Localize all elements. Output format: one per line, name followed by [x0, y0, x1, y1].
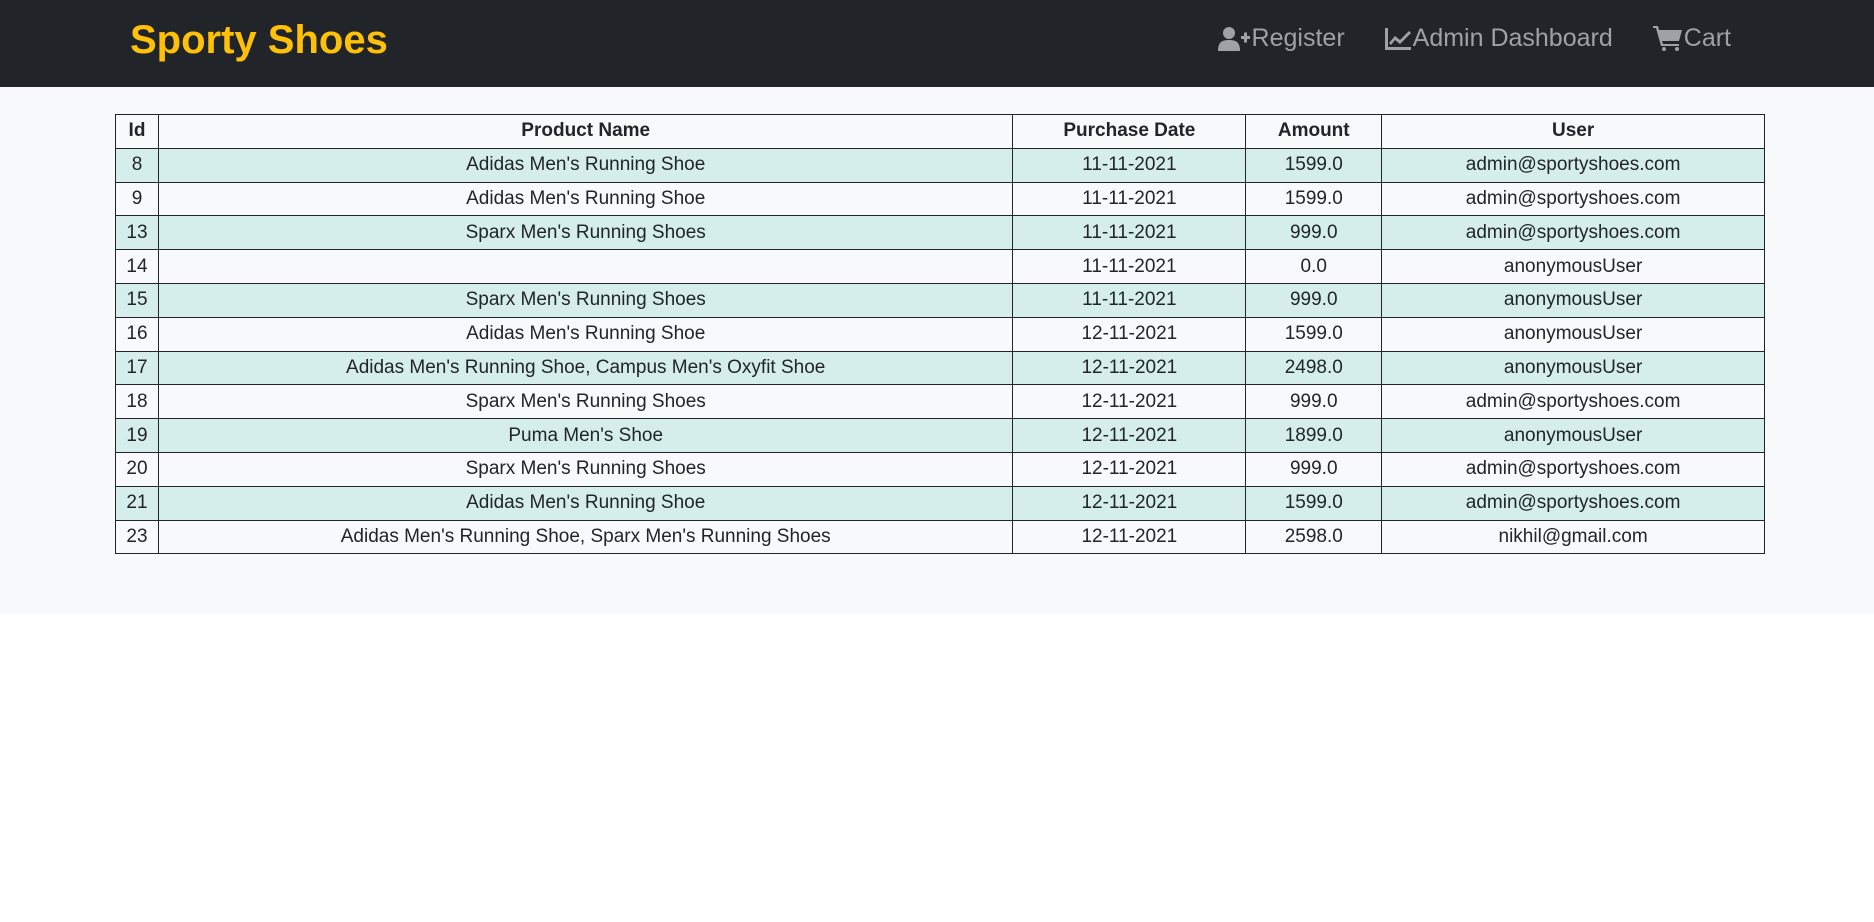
cell-id: 21	[115, 485, 159, 521]
cell-amount: 0.0	[1245, 249, 1383, 284]
cell-user: admin@sportyshoes.com	[1381, 215, 1765, 251]
cell-purchase-date: 11-11-2021	[1012, 147, 1247, 183]
cell-user: anonymousUser	[1381, 350, 1765, 386]
table-row: 18 Sparx Men's Running Shoes 12-11-2021 999…	[115, 384, 1765, 420]
nav-links: Register Admin Dashboard Cart	[1217, 24, 1731, 53]
cart-label: Cart	[1683, 24, 1731, 52]
cell-amount: 1599.0	[1245, 147, 1383, 183]
cell-amount: 1899.0	[1245, 418, 1383, 453]
table-row: 13 Sparx Men's Running Shoes 11-11-2021 999…	[115, 215, 1765, 251]
cell-user: admin@sportyshoes.com	[1381, 147, 1765, 183]
table-row: 20 Sparx Men's Running Shoes 12-11-2021 999…	[115, 451, 1765, 487]
cell-id: 8	[115, 147, 159, 183]
cell-id: 20	[115, 451, 159, 487]
cell-purchase-date: 11-11-2021	[1012, 249, 1247, 284]
cell-user: anonymousUser	[1381, 316, 1765, 352]
cell-product-name: Sparx Men's Running Shoes	[157, 384, 1014, 420]
cell-purchase-date: 12-11-2021	[1012, 418, 1247, 453]
cell-product-name: Sparx Men's Running Shoes	[157, 451, 1014, 487]
cart-icon	[1652, 26, 1682, 51]
cell-product-name: Puma Men's Shoe	[157, 418, 1014, 453]
cell-user: anonymousUser	[1381, 418, 1765, 453]
cell-amount: 1599.0	[1245, 181, 1383, 217]
cell-purchase-date: 12-11-2021	[1012, 384, 1247, 420]
cell-user: admin@sportyshoes.com	[1381, 181, 1765, 217]
cell-user: nikhil@gmail.com	[1381, 519, 1765, 555]
cell-product-name: Sparx Men's Running Shoes	[157, 282, 1014, 318]
cell-amount: 999.0	[1245, 215, 1383, 251]
cell-purchase-date: 12-11-2021	[1012, 316, 1247, 352]
table-header-row: Id Product Name Purchase Date Amount Use…	[115, 114, 1765, 149]
cell-user: admin@sportyshoes.com	[1381, 485, 1765, 521]
cell-product-name: Adidas Men's Running Shoe, Sparx Men's R…	[157, 519, 1014, 555]
cell-amount: 1599.0	[1245, 485, 1383, 521]
cell-user: anonymousUser	[1381, 282, 1765, 318]
cell-id: 15	[115, 282, 159, 318]
cell-purchase-date: 11-11-2021	[1012, 215, 1247, 251]
cell-amount: 2498.0	[1245, 350, 1383, 386]
table-row: 23 Adidas Men's Running Shoe, Sparx Men's…	[115, 519, 1765, 555]
cart-link[interactable]: Cart	[1652, 24, 1731, 53]
cell-amount: 2598.0	[1245, 519, 1383, 555]
cell-id: 9	[115, 181, 159, 217]
user-plus-icon	[1217, 26, 1250, 52]
cell-product-name	[157, 249, 1014, 284]
cell-product-name: Adidas Men's Running Shoe, Campus Men's …	[157, 350, 1014, 386]
cell-product-name: Adidas Men's Running Shoe	[157, 147, 1014, 183]
register-link[interactable]: Register	[1217, 24, 1345, 53]
cell-amount: 1599.0	[1245, 316, 1383, 352]
cell-id: 16	[115, 316, 159, 352]
cell-id: 18	[115, 384, 159, 420]
header-amount: Amount	[1245, 114, 1383, 149]
brand-logo[interactable]: Sporty Shoes	[130, 18, 388, 63]
header-user: User	[1381, 114, 1765, 149]
table-row: 9 Adidas Men's Running Shoe 11-11-2021 1599…	[115, 181, 1765, 217]
cell-product-name: Adidas Men's Running Shoe	[157, 181, 1014, 217]
chart-line-icon	[1384, 27, 1411, 50]
cell-id: 17	[115, 350, 159, 386]
main-content: Id Product Name Purchase Date Amount Use…	[0, 87, 1874, 614]
cell-purchase-date: 12-11-2021	[1012, 350, 1247, 386]
cell-user: admin@sportyshoes.com	[1381, 451, 1765, 487]
cell-purchase-date: 12-11-2021	[1012, 485, 1247, 521]
cell-id: 19	[115, 418, 159, 453]
cell-amount: 999.0	[1245, 282, 1383, 318]
header-purchase-date: Purchase Date	[1012, 114, 1247, 149]
cell-product-name: Adidas Men's Running Shoe	[157, 485, 1014, 521]
header-id: Id	[115, 114, 159, 149]
cell-amount: 999.0	[1245, 384, 1383, 420]
cell-user: admin@sportyshoes.com	[1381, 384, 1765, 420]
orders-table: Id Product Name Purchase Date Amount Use…	[115, 114, 1765, 555]
cell-purchase-date: 12-11-2021	[1012, 451, 1247, 487]
table-row: 14 11-11-2021 0.0 anonymousUser	[115, 249, 1765, 284]
admin-dashboard-label: Admin Dashboard	[1412, 24, 1613, 52]
cell-id: 13	[115, 215, 159, 251]
cell-product-name: Adidas Men's Running Shoe	[157, 316, 1014, 352]
table-row: 21 Adidas Men's Running Shoe 12-11-2021 159…	[115, 485, 1765, 521]
table-row: 17 Adidas Men's Running Shoe, Campus Men'…	[115, 350, 1765, 386]
cell-id: 14	[115, 249, 159, 284]
cell-product-name: Sparx Men's Running Shoes	[157, 215, 1014, 251]
navbar: Sporty Shoes Register Admin Dashboard Ca…	[0, 0, 1874, 87]
table-row: 8 Adidas Men's Running Shoe 11-11-2021 1599…	[115, 147, 1765, 183]
admin-dashboard-link[interactable]: Admin Dashboard	[1384, 24, 1613, 53]
cell-purchase-date: 11-11-2021	[1012, 282, 1247, 318]
table-row: 15 Sparx Men's Running Shoes 11-11-2021 999…	[115, 282, 1765, 318]
table-row: 19 Puma Men's Shoe 12-11-2021 1899.0 anonymo…	[115, 418, 1765, 453]
register-label: Register	[1251, 24, 1345, 52]
cell-purchase-date: 11-11-2021	[1012, 181, 1247, 217]
cell-amount: 999.0	[1245, 451, 1383, 487]
header-product-name: Product Name	[157, 114, 1014, 149]
table-row: 16 Adidas Men's Running Shoe 12-11-2021 159…	[115, 316, 1765, 352]
cell-purchase-date: 12-11-2021	[1012, 519, 1247, 555]
cell-user: anonymousUser	[1381, 249, 1765, 284]
cell-id: 23	[115, 519, 159, 555]
